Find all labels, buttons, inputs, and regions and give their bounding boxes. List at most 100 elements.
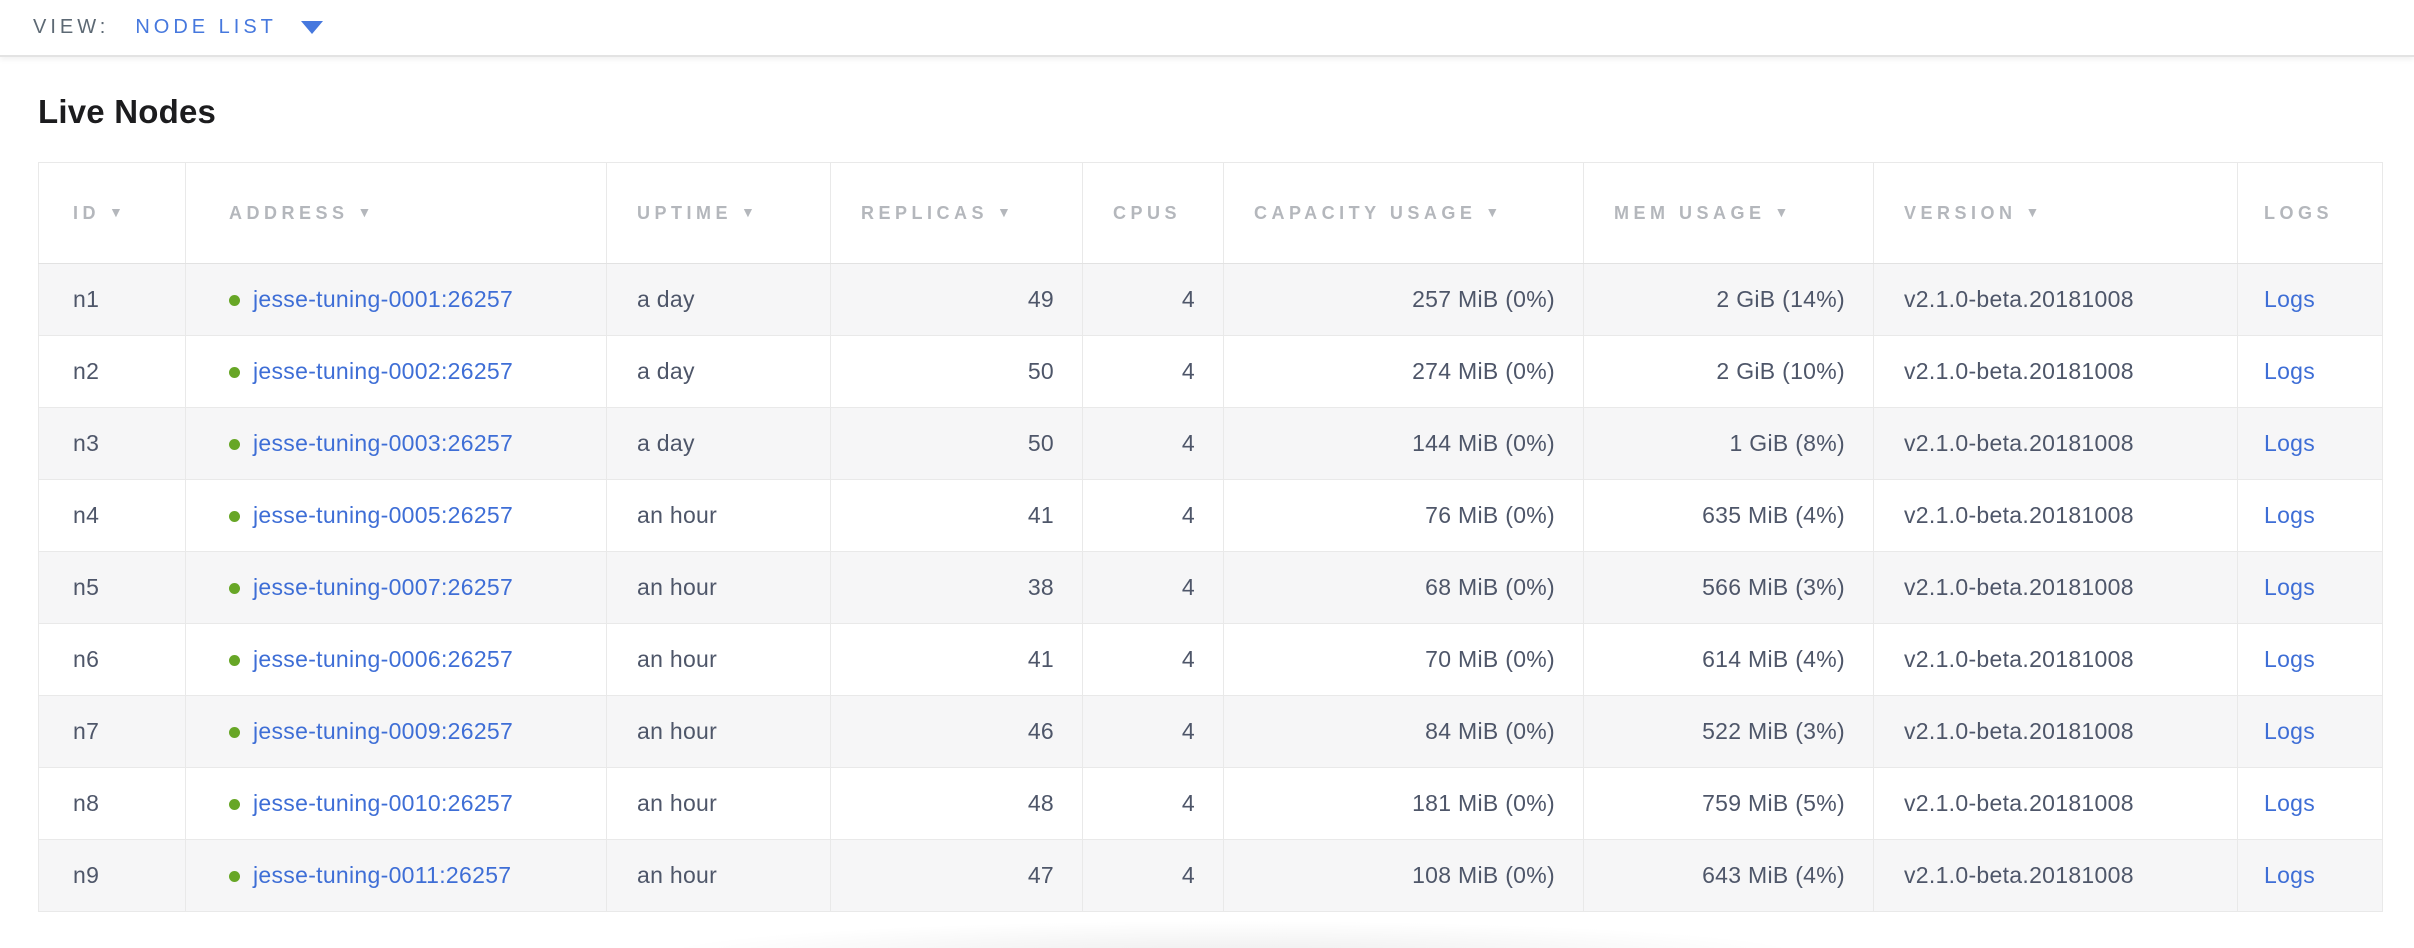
cell-address: jesse-tuning-0011:26257 xyxy=(186,840,607,912)
cell-capacity_usage: 70 MiB (0%) xyxy=(1224,624,1584,696)
cell-logs: Logs xyxy=(2238,696,2383,768)
node-status-live-icon xyxy=(229,799,240,810)
node-status-live-icon xyxy=(229,295,240,306)
table-row: n5jesse-tuning-0007:26257an hour38468 Mi… xyxy=(39,552,2383,624)
cell-uptime: an hour xyxy=(607,840,831,912)
cell-address: jesse-tuning-0003:26257 xyxy=(186,408,607,480)
node-status-live-icon xyxy=(229,655,240,666)
table-row: n3jesse-tuning-0003:26257a day504144 MiB… xyxy=(39,408,2383,480)
column-header-label: REPLICAS xyxy=(861,203,988,223)
logs-link[interactable]: Logs xyxy=(2264,862,2315,888)
cell-id: n6 xyxy=(39,624,186,696)
cell-logs: Logs xyxy=(2238,480,2383,552)
logs-link[interactable]: Logs xyxy=(2264,358,2315,384)
sort-caret-icon: ▼ xyxy=(2026,204,2040,220)
cell-id: n7 xyxy=(39,696,186,768)
cell-uptime: an hour xyxy=(607,768,831,840)
view-selector-dropdown[interactable]: NODE LIST xyxy=(135,16,323,39)
column-header-id[interactable]: ID ▼ xyxy=(39,163,186,264)
table-row: n4jesse-tuning-0005:26257an hour41476 Mi… xyxy=(39,480,2383,552)
cell-mem_usage: 1 GiB (8%) xyxy=(1584,408,1874,480)
cell-id: n2 xyxy=(39,336,186,408)
cell-cpus: 4 xyxy=(1083,768,1224,840)
cell-id: n3 xyxy=(39,408,186,480)
cell-address: jesse-tuning-0005:26257 xyxy=(186,480,607,552)
node-address-link[interactable]: jesse-tuning-0011:26257 xyxy=(253,862,511,888)
node-status-live-icon xyxy=(229,583,240,594)
logs-link[interactable]: Logs xyxy=(2264,574,2315,600)
cell-mem_usage: 566 MiB (3%) xyxy=(1584,552,1874,624)
cell-uptime: an hour xyxy=(607,480,831,552)
node-address-link[interactable]: jesse-tuning-0001:26257 xyxy=(253,286,513,312)
cell-id: n1 xyxy=(39,264,186,336)
cell-replicas: 41 xyxy=(831,624,1083,696)
cell-cpus: 4 xyxy=(1083,840,1224,912)
cell-version: v2.1.0-beta.20181008 xyxy=(1874,408,2238,480)
cell-logs: Logs xyxy=(2238,336,2383,408)
cell-logs: Logs xyxy=(2238,408,2383,480)
logs-link[interactable]: Logs xyxy=(2264,502,2315,528)
table-body: n1jesse-tuning-0001:26257a day494257 MiB… xyxy=(39,264,2383,912)
column-header-mem_usage[interactable]: MEM USAGE▼ xyxy=(1584,163,1874,264)
node-address-link[interactable]: jesse-tuning-0007:26257 xyxy=(253,574,513,600)
view-bar-label: VIEW: xyxy=(33,16,109,39)
cell-uptime: a day xyxy=(607,408,831,480)
cell-address: jesse-tuning-0001:26257 xyxy=(186,264,607,336)
cell-capacity_usage: 108 MiB (0%) xyxy=(1224,840,1584,912)
node-address-link[interactable]: jesse-tuning-0002:26257 xyxy=(253,358,513,384)
table-bottom-shadow xyxy=(495,915,1970,948)
cell-address: jesse-tuning-0002:26257 xyxy=(186,336,607,408)
page-title: Live Nodes xyxy=(38,57,2414,131)
cell-version: v2.1.0-beta.20181008 xyxy=(1874,696,2238,768)
node-status-live-icon xyxy=(229,367,240,378)
cell-capacity_usage: 84 MiB (0%) xyxy=(1224,696,1584,768)
cell-cpus: 4 xyxy=(1083,696,1224,768)
cell-mem_usage: 614 MiB (4%) xyxy=(1584,624,1874,696)
cell-version: v2.1.0-beta.20181008 xyxy=(1874,336,2238,408)
column-header-uptime[interactable]: UPTIME▼ xyxy=(607,163,831,264)
cell-version: v2.1.0-beta.20181008 xyxy=(1874,552,2238,624)
cell-replicas: 46 xyxy=(831,696,1083,768)
logs-link[interactable]: Logs xyxy=(2264,286,2315,312)
cell-mem_usage: 635 MiB (4%) xyxy=(1584,480,1874,552)
column-header-address[interactable]: ADDRESS▼ xyxy=(186,163,607,264)
sort-caret-icon: ▼ xyxy=(109,204,123,220)
logs-link[interactable]: Logs xyxy=(2264,646,2315,672)
cell-uptime: an hour xyxy=(607,552,831,624)
column-header-cpus: CPUS xyxy=(1083,163,1224,264)
logs-link[interactable]: Logs xyxy=(2264,718,2315,744)
column-header-capacity_usage[interactable]: CAPACITY USAGE▼ xyxy=(1224,163,1584,264)
logs-link[interactable]: Logs xyxy=(2264,430,2315,456)
cell-version: v2.1.0-beta.20181008 xyxy=(1874,840,2238,912)
cell-capacity_usage: 68 MiB (0%) xyxy=(1224,552,1584,624)
node-address-link[interactable]: jesse-tuning-0010:26257 xyxy=(253,790,513,816)
node-address-link[interactable]: jesse-tuning-0003:26257 xyxy=(253,430,513,456)
cell-cpus: 4 xyxy=(1083,264,1224,336)
node-address-link[interactable]: jesse-tuning-0006:26257 xyxy=(253,646,513,672)
cell-uptime: an hour xyxy=(607,624,831,696)
node-address-link[interactable]: jesse-tuning-0005:26257 xyxy=(253,502,513,528)
column-header-label: ID xyxy=(73,203,100,223)
column-header-replicas[interactable]: REPLICAS▼ xyxy=(831,163,1083,264)
cell-logs: Logs xyxy=(2238,552,2383,624)
cell-version: v2.1.0-beta.20181008 xyxy=(1874,624,2238,696)
cell-replicas: 41 xyxy=(831,480,1083,552)
page-content: Live Nodes ID▼ADDRESS▼UPTIME▼REPLICAS▼CP… xyxy=(0,57,2414,912)
cell-cpus: 4 xyxy=(1083,408,1224,480)
cell-capacity_usage: 181 MiB (0%) xyxy=(1224,768,1584,840)
table-row: n2jesse-tuning-0002:26257a day504274 MiB… xyxy=(39,336,2383,408)
cell-mem_usage: 522 MiB (3%) xyxy=(1584,696,1874,768)
cell-uptime: a day xyxy=(607,336,831,408)
table-header-row: ID▼ADDRESS▼UPTIME▼REPLICAS▼CPUSCAPACITY … xyxy=(39,163,2383,264)
cell-logs: Logs xyxy=(2238,264,2383,336)
cell-uptime: a day xyxy=(607,264,831,336)
cell-replicas: 48 xyxy=(831,768,1083,840)
cell-id: n9 xyxy=(39,840,186,912)
logs-link[interactable]: Logs xyxy=(2264,790,2315,816)
node-address-link[interactable]: jesse-tuning-0009:26257 xyxy=(253,718,513,744)
column-header-version[interactable]: VERSION▼ xyxy=(1874,163,2238,264)
cell-capacity_usage: 274 MiB (0%) xyxy=(1224,336,1584,408)
table-row: n9jesse-tuning-0011:26257an hour474108 M… xyxy=(39,840,2383,912)
cell-cpus: 4 xyxy=(1083,552,1224,624)
column-header-label: UPTIME xyxy=(637,203,732,223)
